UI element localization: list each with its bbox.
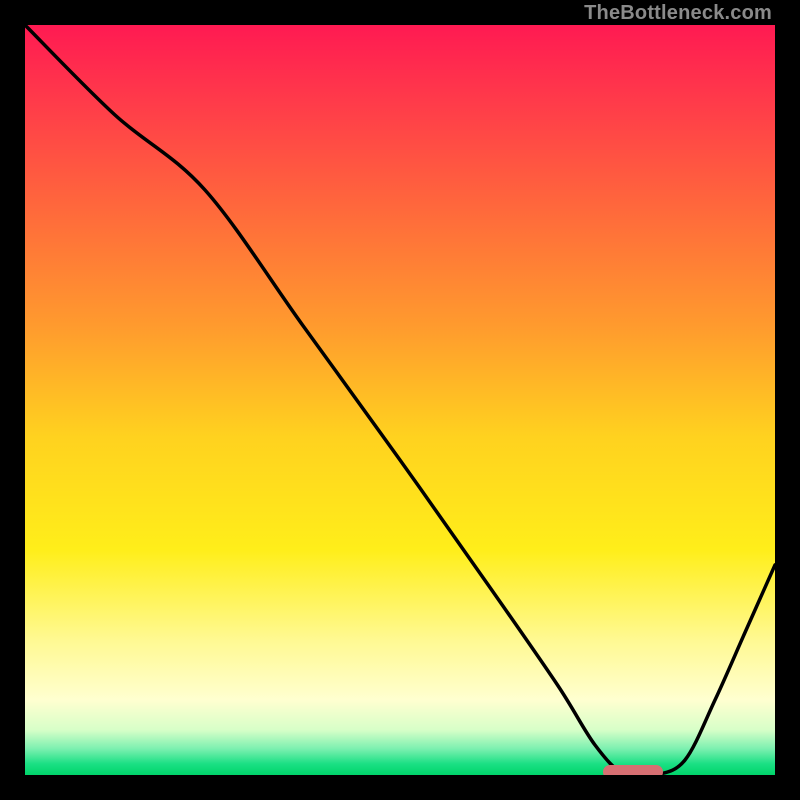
watermark-text: TheBottleneck.com (584, 2, 772, 25)
bottleneck-curve (25, 25, 775, 775)
optimal-range-marker (603, 765, 663, 775)
plot-area (25, 25, 775, 775)
chart-frame: TheBottleneck.com (0, 0, 800, 800)
